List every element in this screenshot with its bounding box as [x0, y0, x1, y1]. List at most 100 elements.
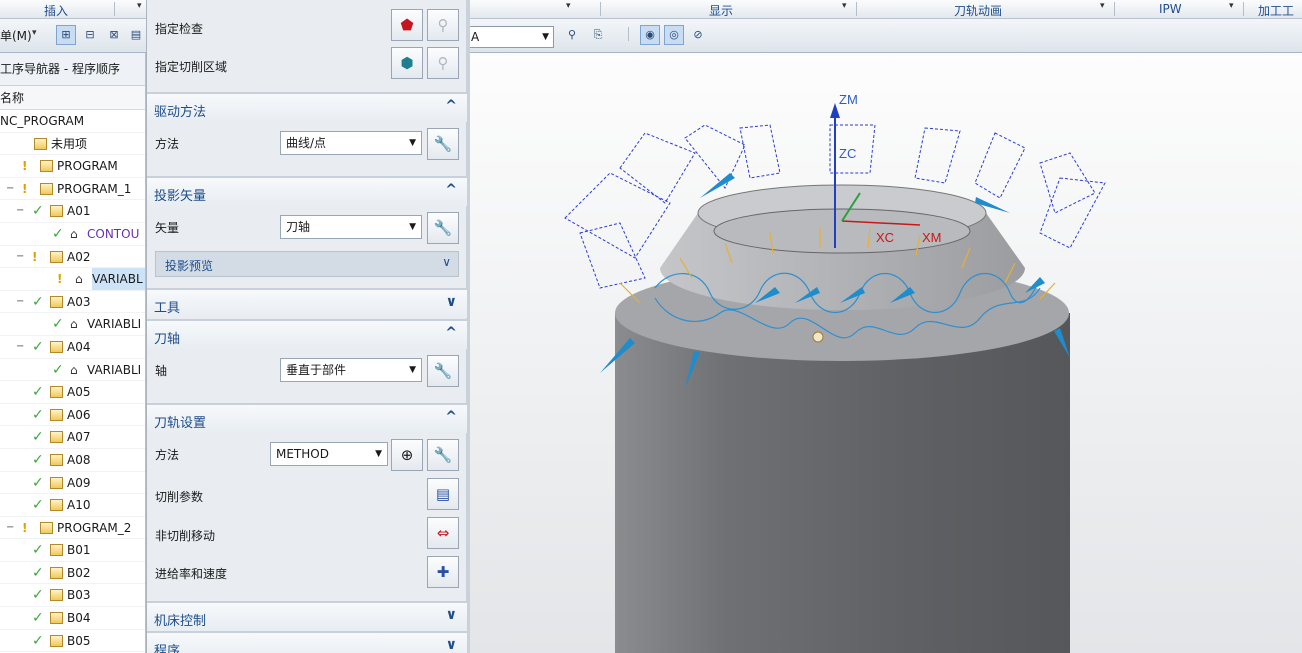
- feeds-speeds-button[interactable]: ✚: [427, 556, 459, 588]
- column-header-name[interactable]: 名称: [0, 86, 145, 110]
- group-path-settings[interactable]: 刀轨设置 ^: [147, 403, 467, 433]
- non-cut-moves-button[interactable]: ⇔: [427, 517, 459, 549]
- program-folder-icon: [50, 205, 63, 218]
- ribbon-group-insert[interactable]: 插入: [44, 2, 68, 19]
- path-method-select[interactable]: METHOD ▼: [270, 442, 388, 466]
- collapse-icon[interactable]: −: [6, 178, 14, 200]
- tree-row[interactable]: ! ⌂ VARIABL: [0, 268, 145, 291]
- tree-row[interactable]: ✓ A05: [0, 381, 145, 404]
- tree-row[interactable]: −! PROGRAM_2: [0, 517, 145, 540]
- operation-icon: ⌂: [75, 272, 83, 287]
- tree-row[interactable]: ✓ ⌂ VARIABLI: [0, 313, 145, 336]
- drive-method-edit-button[interactable]: 🔧: [427, 128, 459, 160]
- display-check-button[interactable]: ⚲: [427, 9, 459, 41]
- ribbon-group-toolpath-animation[interactable]: 刀轨动画: [954, 2, 1002, 19]
- tree-row[interactable]: ✓ A07: [0, 426, 145, 449]
- drive-method-select[interactable]: 曲线/点 ▼: [280, 131, 422, 155]
- group-projection-vector[interactable]: 投影矢量 ^: [147, 176, 467, 206]
- tree-row[interactable]: −! A02: [0, 246, 145, 269]
- status-complete-icon: ✓: [32, 429, 44, 446]
- projection-vector-select[interactable]: 刀轴 ▼: [280, 215, 422, 239]
- menu-button[interactable]: 单(M): [0, 27, 32, 44]
- tree-row[interactable]: ✓ A09: [0, 472, 145, 495]
- tree-row-label: A01: [67, 204, 91, 219]
- group-drive-method[interactable]: 驱动方法 ^: [147, 92, 467, 122]
- ribbon-group-ipw[interactable]: IPW: [1159, 2, 1182, 16]
- chevron-down-icon[interactable]: ▾: [1100, 1, 1105, 11]
- tree-row[interactable]: − ✓ A03: [0, 291, 145, 314]
- specify-cut-area-button[interactable]: ⬢: [391, 47, 423, 79]
- chevron-up-icon: ^: [445, 98, 457, 114]
- collapse-icon[interactable]: −: [16, 336, 24, 358]
- tree-row[interactable]: ! PROGRAM: [0, 155, 145, 178]
- tree-row[interactable]: − ✓ A04: [0, 336, 145, 359]
- chevron-down-icon[interactable]: ▾: [137, 1, 142, 11]
- tree-row-label: A04: [67, 339, 91, 354]
- chevron-down-icon[interactable]: ▾: [566, 1, 571, 11]
- cut-params-button[interactable]: ▤: [427, 478, 459, 510]
- navigator-tree: NC_PROGRAM 未用项! PROGRAM −! PROGRAM_1− ✓ A01 ✓ ⌂ C…: [0, 110, 145, 653]
- method-edit-button[interactable]: 🔧: [427, 439, 459, 471]
- tree-row-label: VARIABL: [92, 268, 145, 290]
- geometry-view-icon[interactable]: ⊠: [104, 25, 124, 45]
- tool-axis-select[interactable]: 垂直于部件 ▼: [280, 358, 422, 382]
- tree-row[interactable]: ✓ B02: [0, 562, 145, 585]
- hide-icon[interactable]: ⊘: [688, 25, 708, 45]
- chevron-up-icon: ^: [445, 409, 457, 425]
- collapse-icon[interactable]: −: [6, 517, 14, 539]
- tree-row-label: A10: [67, 498, 91, 513]
- status-complete-icon: ✓: [52, 316, 64, 333]
- collapse-icon[interactable]: −: [16, 200, 24, 222]
- tree-row[interactable]: ✓ B04: [0, 607, 145, 630]
- status-warning-icon: !: [22, 520, 28, 535]
- tree-row[interactable]: ✓ B03: [0, 584, 145, 608]
- vector-edit-button[interactable]: 🔧: [427, 212, 459, 244]
- chevron-down-icon[interactable]: ▾: [842, 1, 847, 11]
- status-complete-icon: ✓: [32, 587, 44, 604]
- group-machine-control[interactable]: 机床控制 ∨: [147, 601, 467, 631]
- axis-label-xm: XM: [922, 230, 942, 245]
- tree-row[interactable]: ✓ A10: [0, 494, 145, 517]
- tree-row[interactable]: ✓ ⌂ VARIABLI: [0, 359, 145, 382]
- tree-row[interactable]: ✓ B05: [0, 630, 145, 653]
- tree-row[interactable]: ✓ A08: [0, 449, 145, 472]
- chevron-down-icon[interactable]: ▾: [1229, 1, 1234, 11]
- program-order-view-icon[interactable]: ⊞: [56, 25, 76, 45]
- program-folder-icon: [50, 612, 63, 625]
- group-tool[interactable]: 工具 ∨: [147, 288, 467, 318]
- chevron-down-icon: ▼: [409, 222, 416, 232]
- filter-icon[interactable]: ⚲: [562, 25, 582, 45]
- group-tool-axis[interactable]: 刀轴 ^: [147, 319, 467, 349]
- chevron-down-icon[interactable]: ▾: [32, 28, 37, 38]
- toolbar-filter-select[interactable]: A ▼: [466, 26, 554, 48]
- create-method-button[interactable]: ⊕: [391, 439, 423, 471]
- tool-axis-edit-button[interactable]: 🔧: [427, 355, 459, 387]
- mcs-display-icon[interactable]: ◉: [640, 25, 660, 45]
- tree-row-label: VARIABLI: [87, 362, 142, 377]
- tree-row[interactable]: ✓ ⌂ CONTOU: [0, 223, 145, 246]
- machine-tool-view-icon[interactable]: ⊟: [80, 25, 100, 45]
- projection-preview-bar[interactable]: 投影预览 ∨: [155, 251, 459, 277]
- tree-row[interactable]: − ✓ A01: [0, 200, 145, 223]
- group-program[interactable]: 程序 ∨: [147, 631, 467, 653]
- tree-row[interactable]: ✓ B01: [0, 539, 145, 562]
- tree-row[interactable]: ✓ A06: [0, 404, 145, 427]
- program-folder-icon: [50, 589, 63, 602]
- program-folder-icon: [50, 634, 63, 647]
- axis-label-zc: ZC: [839, 146, 856, 161]
- drive-method-label: 方法: [155, 137, 180, 151]
- layer-settings-icon[interactable]: ⎘: [588, 25, 608, 45]
- graphics-viewport[interactable]: ZM ZC XC XM: [470, 53, 1302, 653]
- tree-row[interactable]: NC_PROGRAM: [0, 110, 145, 133]
- method-view-icon[interactable]: ▤: [126, 25, 146, 45]
- collapse-icon[interactable]: −: [16, 246, 24, 268]
- show-icon[interactable]: ◎: [664, 25, 684, 45]
- tree-row[interactable]: −! PROGRAM_1: [0, 178, 145, 201]
- ribbon-group-display[interactable]: 显示: [709, 2, 733, 19]
- collapse-icon[interactable]: −: [16, 291, 24, 313]
- display-cut-area-button[interactable]: ⚲: [427, 47, 459, 79]
- tree-row[interactable]: 未用项: [0, 133, 145, 156]
- operation-dialog: 指定检查 ⬟ ⚲ 指定切削区域 ⬢ ⚲ 驱动方法 ^ 方法 曲线/点 ▼ 🔧 投影…: [146, 0, 470, 653]
- status-complete-icon: ✓: [52, 361, 64, 378]
- specify-check-button[interactable]: ⬟: [391, 9, 423, 41]
